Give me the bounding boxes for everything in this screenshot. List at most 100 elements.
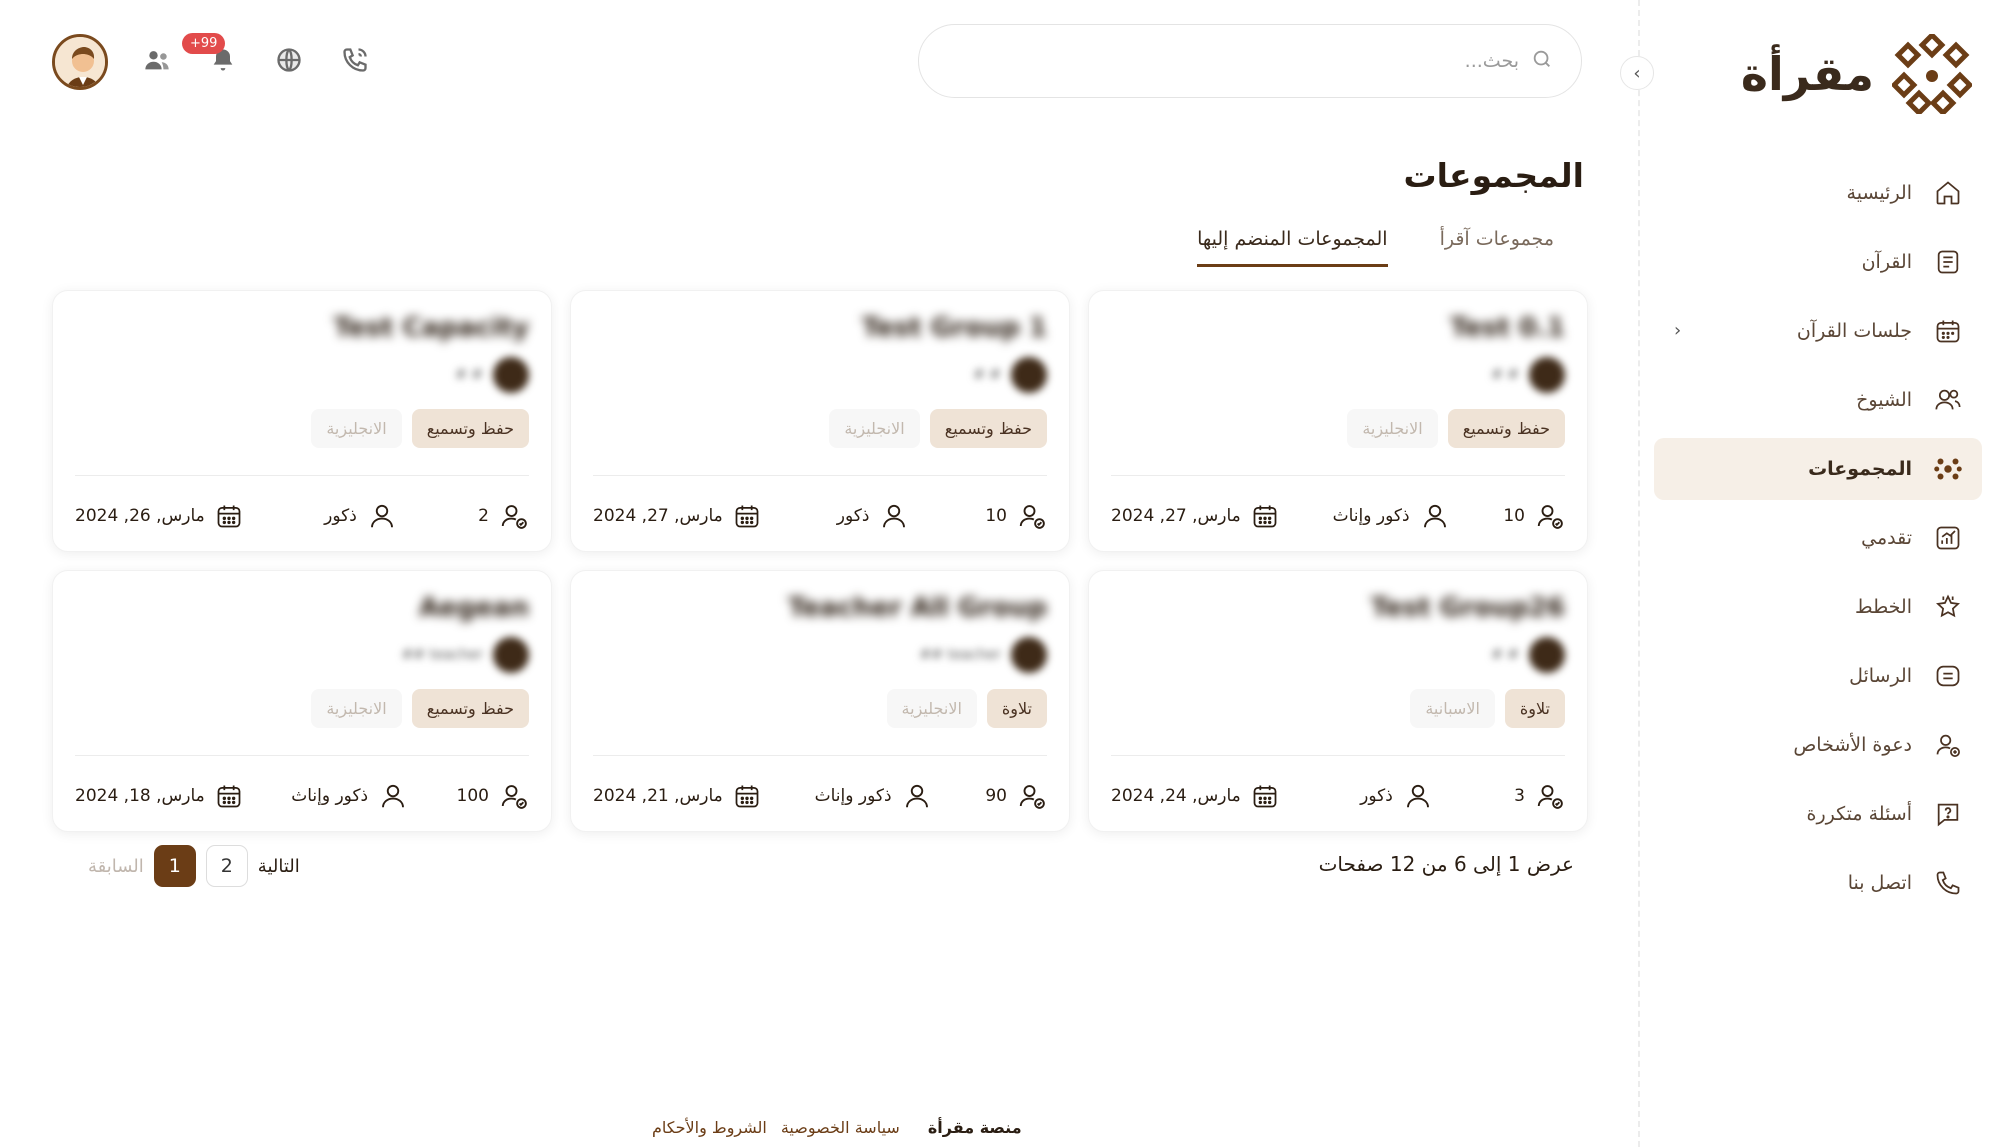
teacher-name: teacher ## xyxy=(919,647,1001,663)
notifications-button[interactable]: +99 xyxy=(182,33,240,79)
group-card[interactable]: Aegean teacher ## حفظ وتسميع الانجليزية … xyxy=(52,570,552,832)
group-language-tag: الاسبانية xyxy=(1410,689,1495,728)
pagination-next[interactable]: التالية xyxy=(258,856,300,877)
sidebar-item-label: الخطط xyxy=(1855,596,1912,618)
sidebar-item-messages[interactable]: الرسائل xyxy=(1654,645,1982,707)
group-card[interactable]: Test Group 1 # # حفظ وتسميع الانجليزية 1… xyxy=(570,290,1070,552)
group-date: مارس, 21, 2024 xyxy=(593,782,761,810)
group-teacher: # # xyxy=(1111,357,1565,393)
sidebar-item-invite[interactable]: دعوة الأشخاص xyxy=(1654,714,1982,776)
group-tags: حفظ وتسميع الانجليزية xyxy=(1111,409,1565,448)
sidebar: مقرأة ‹ الرئيسية القرآن جلسات القرآن ‹ ا… xyxy=(1620,0,2000,1147)
phone-icon xyxy=(1932,867,1964,899)
tab-iqraa-groups[interactable]: مجموعات آقرأ xyxy=(1440,228,1554,267)
group-members: 100 xyxy=(457,781,529,811)
group-tags: تلاوة الانجليزية xyxy=(593,689,1047,728)
teacher-avatar xyxy=(493,357,529,393)
pagination-page-2[interactable]: 2 xyxy=(205,845,248,887)
privacy-link[interactable]: سياسة الخصوصية xyxy=(781,1118,900,1137)
terms-link[interactable]: الشروط والأحكام xyxy=(652,1118,767,1137)
sidebar-item-label: الرئيسية xyxy=(1846,182,1912,204)
chevron-left-icon[interactable]: ‹ xyxy=(1674,320,1681,341)
sidebar-nav: الرئيسية القرآن جلسات القرآن ‹ الشيوخ ال… xyxy=(1654,162,1982,921)
member-check-icon xyxy=(1537,505,1563,529)
member-check-icon xyxy=(1019,505,1045,529)
teacher-name: # # xyxy=(973,367,1001,383)
teacher-name: teacher ## xyxy=(401,647,483,663)
search-input[interactable] xyxy=(959,50,1519,72)
pagination-page-1[interactable]: 1 xyxy=(153,845,196,887)
pagination-prev[interactable]: السابقة xyxy=(88,856,144,877)
sidebar-item-label: دعوة الأشخاص xyxy=(1793,734,1912,756)
question-icon xyxy=(1932,798,1964,830)
user-icon xyxy=(905,784,928,808)
teacher-name: # # xyxy=(1491,647,1519,663)
chart-icon xyxy=(1932,522,1964,554)
search-box[interactable] xyxy=(918,24,1582,98)
member-check-icon xyxy=(1019,785,1045,809)
card-divider xyxy=(75,475,529,476)
user-add-icon xyxy=(1932,729,1964,761)
header-actions: +99 xyxy=(52,33,372,90)
search-icon xyxy=(1531,48,1553,74)
call-button[interactable] xyxy=(338,45,372,79)
sidebar-item-plans[interactable]: الخطط xyxy=(1654,576,1982,638)
date-label: مارس, 21, 2024 xyxy=(593,786,723,806)
members-count: 3 xyxy=(1514,786,1525,806)
sidebar-collapse-button[interactable]: ‹ xyxy=(1620,56,1654,90)
phone-call-icon xyxy=(341,46,369,78)
gender-label: ذكور xyxy=(1360,786,1393,806)
group-date: مارس, 24, 2024 xyxy=(1111,782,1279,810)
home-icon xyxy=(1932,177,1964,209)
group-gender: ذكور وإناث xyxy=(291,781,408,811)
teacher-avatar xyxy=(1011,357,1047,393)
group-teacher: teacher ## xyxy=(593,637,1047,673)
group-card[interactable]: Teacher All Group teacher ## تلاوة الانج… xyxy=(570,570,1070,832)
sidebar-item-quran-sessions[interactable]: جلسات القرآن ‹ xyxy=(1654,300,1982,362)
user-icon xyxy=(370,504,393,528)
sidebar-item-progress[interactable]: تقدمي xyxy=(1654,507,1982,569)
group-members: 90 xyxy=(985,781,1047,811)
members-count: 10 xyxy=(985,506,1007,526)
group-date: مارس, 27, 2024 xyxy=(593,502,761,530)
logo[interactable]: مقرأة xyxy=(1741,34,1972,114)
gender-label: ذكور xyxy=(324,506,357,526)
group-type-tag: حفظ وتسميع xyxy=(411,689,529,728)
group-date: مارس, 27, 2024 xyxy=(1111,502,1279,530)
footer-brand: منصة مقرأة xyxy=(927,1118,1022,1137)
group-card[interactable]: Test Capacity # # حفظ وتسميع الانجليزية … xyxy=(52,290,552,552)
group-type-tag: تلاوة xyxy=(1504,689,1565,728)
sidebar-item-groups[interactable]: المجموعات xyxy=(1654,438,1982,500)
tab-joined-groups[interactable]: المجموعات المنضم إليها xyxy=(1197,228,1388,267)
sidebar-item-faq[interactable]: أسئلة متكررة xyxy=(1654,783,1982,845)
sidebar-item-label: الشيوخ xyxy=(1856,389,1912,411)
language-button[interactable] xyxy=(272,45,306,79)
group-language-tag: الانجليزية xyxy=(1347,409,1438,448)
sidebar-item-quran[interactable]: القرآن xyxy=(1654,231,1982,293)
sidebar-item-label: اتصل بنا xyxy=(1847,872,1912,894)
group-card[interactable]: Test 0.1 # # حفظ وتسميع الانجليزية 10 ذك… xyxy=(1088,290,1588,552)
group-meta: 3 ذكور مارس, 24, 2024 xyxy=(1111,781,1565,811)
user-icon xyxy=(1423,504,1446,528)
group-members: 10 xyxy=(985,501,1047,531)
sidebar-item-sheikhs[interactable]: الشيوخ xyxy=(1654,369,1982,431)
group-title: Test Group26 xyxy=(1370,593,1565,623)
calendar-icon xyxy=(217,505,241,528)
card-divider xyxy=(593,755,1047,756)
group-teacher: # # xyxy=(75,357,529,393)
footer: منصة مقرأة سياسة الخصوصية الشروط والأحكا… xyxy=(652,1118,1022,1137)
profile-switch-button[interactable] xyxy=(140,45,174,79)
members-count: 10 xyxy=(1503,506,1525,526)
group-card[interactable]: Test Group26 # # تلاوة الاسبانية 3 ذكور … xyxy=(1088,570,1588,832)
user-icon xyxy=(1406,784,1429,808)
member-check-icon xyxy=(501,785,527,809)
avatar[interactable] xyxy=(52,34,108,90)
group-type-tag: حفظ وتسميع xyxy=(929,409,1047,448)
teacher-name: # # xyxy=(1491,367,1519,383)
sidebar-item-home[interactable]: الرئيسية xyxy=(1654,162,1982,224)
globe-icon xyxy=(275,46,303,78)
user-icon xyxy=(382,784,405,808)
sidebar-item-contact[interactable]: اتصل بنا xyxy=(1654,852,1982,914)
calendar-icon xyxy=(1253,505,1277,528)
book-icon xyxy=(1932,246,1964,278)
